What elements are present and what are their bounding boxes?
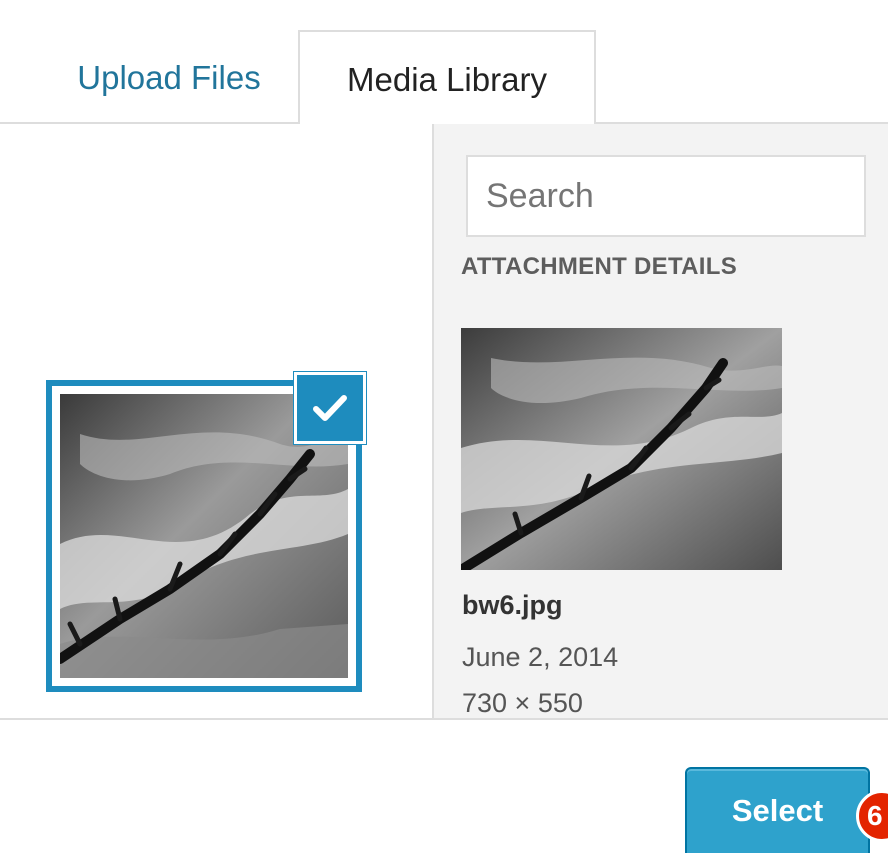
attachment-details-heading: ATTACHMENT DETAILS bbox=[461, 253, 738, 280]
attachment-preview-image bbox=[461, 328, 782, 570]
tab-media-library[interactable]: Media Library bbox=[298, 30, 596, 127]
tab-upload-files[interactable]: Upload Files bbox=[40, 30, 298, 125]
media-tabs: Upload Files Media Library bbox=[0, 0, 888, 127]
select-button[interactable]: Select bbox=[685, 767, 870, 853]
attachment-filename: bw6.jpg bbox=[462, 590, 563, 620]
checkmark-icon bbox=[313, 394, 347, 422]
selected-check-button[interactable] bbox=[294, 372, 366, 444]
attachment-date: June 2, 2014 bbox=[462, 642, 619, 672]
attachment-dimensions: 730 × 550 bbox=[462, 688, 583, 718]
search-input[interactable] bbox=[466, 155, 866, 237]
